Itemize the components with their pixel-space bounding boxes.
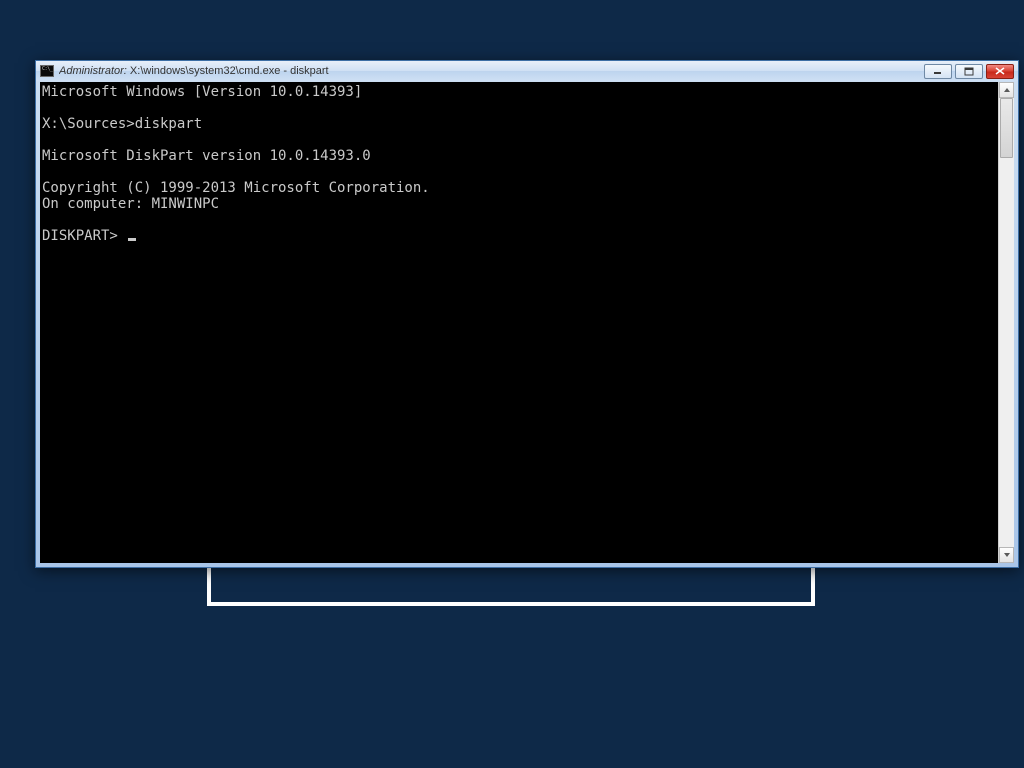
scroll-thumb[interactable]	[1000, 98, 1013, 158]
titlebar[interactable]: Administrator: X:\windows\system32\cmd.e…	[36, 61, 1018, 81]
terminal-output[interactable]: Microsoft Windows [Version 10.0.14393] X…	[40, 82, 998, 563]
cmd-icon	[40, 65, 54, 77]
title-path: X:\windows\system32\cmd.exe - diskpart	[130, 65, 329, 77]
scroll-up-button[interactable]	[999, 82, 1014, 98]
vertical-scrollbar[interactable]	[998, 82, 1014, 563]
maximize-button[interactable]	[955, 64, 983, 79]
chevron-up-icon	[1003, 87, 1011, 93]
scroll-track[interactable]	[999, 98, 1014, 547]
window-title: Administrator: X:\windows\system32\cmd.e…	[59, 65, 924, 77]
client-area: Microsoft Windows [Version 10.0.14393] X…	[40, 82, 1014, 563]
close-button[interactable]	[986, 64, 1014, 79]
terminal-prompt: DISKPART>	[42, 228, 126, 244]
window-controls	[924, 64, 1014, 79]
minimize-icon	[933, 67, 943, 75]
cmd-window: Administrator: X:\windows\system32\cmd.e…	[35, 60, 1019, 568]
chevron-down-icon	[1003, 552, 1011, 558]
close-icon	[995, 67, 1005, 75]
title-prefix: Administrator:	[59, 65, 130, 77]
scroll-down-button[interactable]	[999, 547, 1014, 563]
maximize-icon	[964, 67, 974, 76]
minimize-button[interactable]	[924, 64, 952, 79]
terminal-cursor	[128, 238, 136, 241]
